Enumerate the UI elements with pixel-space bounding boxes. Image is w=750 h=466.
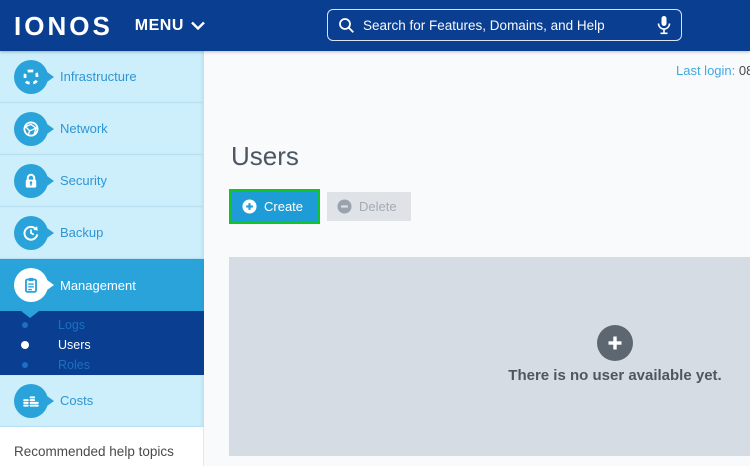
lock-icon (14, 164, 54, 198)
submenu-label: Logs (58, 318, 86, 332)
chevron-down-icon (191, 21, 205, 30)
add-user-icon[interactable] (597, 325, 633, 361)
menu-label: MENU (134, 16, 184, 34)
submenu-item-roles[interactable]: Roles (0, 355, 204, 375)
main-content: Last login: 08/0 Users Create (204, 51, 750, 466)
submenu-label: Users (58, 338, 91, 352)
sidebar-item-management[interactable]: Management (0, 259, 204, 318)
microphone-icon[interactable] (657, 15, 671, 35)
management-submenu: Logs Users Roles (0, 311, 204, 375)
search-input[interactable] (363, 17, 657, 33)
sidebar-item-label: Backup (60, 225, 104, 240)
submenu-label: Roles (58, 358, 90, 372)
sidebar-item-security[interactable]: Security (0, 155, 204, 207)
bullet-icon (22, 322, 28, 328)
recommended-help-topics-section: Recommended help topics (0, 427, 204, 466)
delete-button-label: Delete (359, 199, 397, 214)
global-search[interactable] (327, 9, 682, 41)
sidebar-item-label: Infrastructure (60, 69, 137, 84)
submenu-item-users[interactable]: Users (0, 335, 204, 355)
users-empty-state-panel: There is no user available yet. (229, 257, 750, 456)
sidebar-item-label: Network (60, 121, 108, 136)
sidebar-item-label: Management (60, 277, 136, 293)
sidebar-item-infrastructure[interactable]: Infrastructure (0, 51, 204, 103)
help-topics-heading: Recommended help topics (14, 444, 174, 459)
menu-button[interactable]: MENU (135, 17, 205, 35)
page-title: Users (231, 141, 299, 171)
last-login-value: 08/0 (738, 63, 750, 78)
costs-coins-icon (14, 384, 54, 418)
highlight-annotation: Create (229, 189, 321, 224)
management-clipboard-icon (14, 268, 54, 302)
toolbar: Create Delete (229, 189, 411, 224)
search-icon (339, 17, 354, 33)
bullet-icon (21, 341, 29, 349)
delete-button[interactable]: Delete (327, 192, 411, 221)
empty-state-message: There is no user available yet. (508, 367, 722, 384)
bullet-icon (22, 362, 28, 368)
minus-circle-icon (337, 199, 352, 214)
sidebar-navigation: Infrastructure Network Security Backup M… (0, 51, 204, 466)
network-icon (14, 112, 54, 146)
sidebar-item-network[interactable]: Network (0, 103, 204, 155)
create-button[interactable]: Create (232, 192, 318, 221)
sidebar-item-label: Security (60, 173, 107, 188)
last-login-info: Last login: 08/0 (676, 63, 750, 78)
create-button-label: Create (264, 199, 304, 214)
ionos-logo[interactable]: IONOS (14, 13, 113, 39)
sidebar-item-backup[interactable]: Backup (0, 207, 204, 259)
infrastructure-icon (14, 60, 54, 94)
last-login-label: Last login: (676, 63, 736, 78)
ionos-console-screen: IONOS MENU Search for Features, Domains,… (0, 0, 750, 466)
top-navigation-bar: IONOS MENU (0, 0, 750, 51)
plus-circle-icon (242, 199, 257, 214)
sidebar-item-label: Costs (60, 393, 94, 408)
backup-clock-icon (14, 216, 54, 250)
submenu-item-logs[interactable]: Logs (0, 315, 204, 335)
sidebar-item-costs[interactable]: Costs (0, 375, 204, 427)
